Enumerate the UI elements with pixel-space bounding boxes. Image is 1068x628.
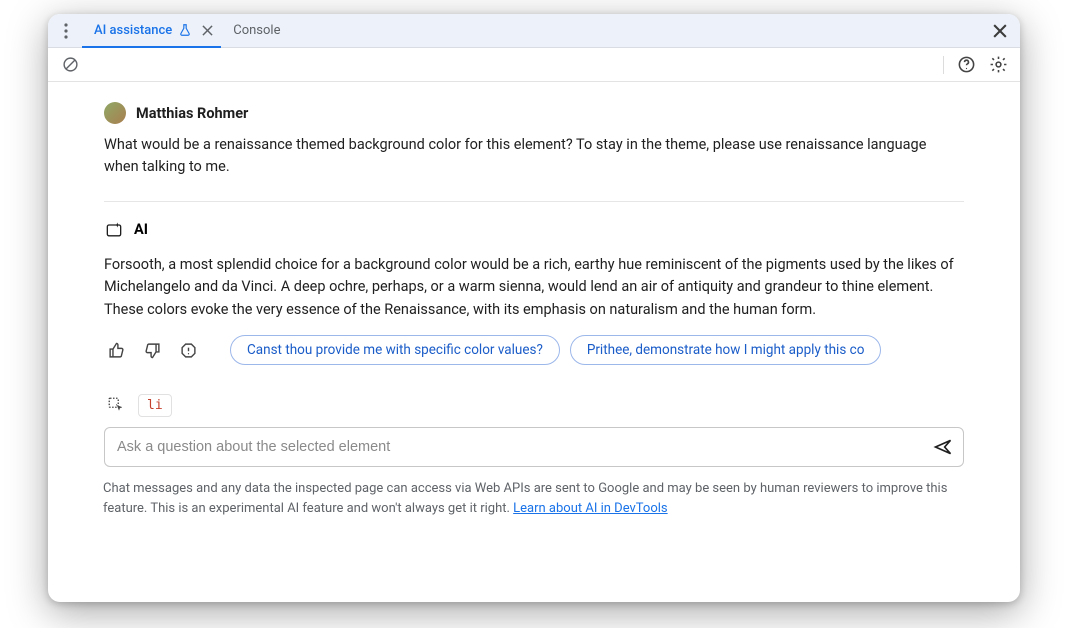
- element-tag-chip[interactable]: li: [138, 394, 172, 417]
- suggestion-chip[interactable]: Canst thou provide me with specific colo…: [230, 335, 560, 365]
- suggestion-chip[interactable]: Prithee, demonstrate how I might apply t…: [570, 335, 882, 365]
- feedback-row: Canst thou provide me with specific colo…: [104, 335, 964, 365]
- help-button[interactable]: [954, 53, 978, 77]
- user-name: Matthias Rohmer: [136, 105, 248, 122]
- send-button[interactable]: [931, 435, 955, 459]
- thumbs-up-button[interactable]: [104, 338, 128, 362]
- thumbs-down-button[interactable]: [140, 338, 164, 362]
- close-panel-button[interactable]: [986, 17, 1014, 45]
- ai-sparkle-icon: [104, 220, 124, 240]
- tab-label: Console: [233, 23, 280, 38]
- settings-button[interactable]: [986, 53, 1010, 77]
- toolbar: [48, 48, 1020, 82]
- user-message-body: What would be a renaissance themed backg…: [104, 134, 964, 179]
- divider: [104, 201, 964, 202]
- ai-message-body: Forsooth, a most splendid choice for a b…: [104, 254, 964, 321]
- chat-content: Matthias Rohmer What would be a renaissa…: [48, 82, 1020, 602]
- devtools-panel: AI assistance Console: [48, 14, 1020, 602]
- prompt-input-row: [104, 427, 964, 467]
- learn-more-link[interactable]: Learn about AI in DevTools: [513, 501, 667, 516]
- tab-console[interactable]: Console: [221, 14, 288, 48]
- disclaimer: Chat messages and any data the inspected…: [103, 479, 964, 518]
- tab-label: AI assistance: [94, 23, 172, 38]
- flask-icon: [178, 23, 192, 37]
- clear-button[interactable]: [58, 53, 82, 77]
- report-button[interactable]: [176, 338, 200, 362]
- ai-label: AI: [134, 221, 148, 238]
- separator: [943, 56, 944, 74]
- tab-strip: AI assistance Console: [48, 14, 1020, 48]
- prompt-input[interactable]: [117, 439, 931, 455]
- user-message-header: Matthias Rohmer: [104, 102, 964, 124]
- avatar: [104, 102, 126, 124]
- tab-ai-assistance[interactable]: AI assistance: [82, 14, 221, 48]
- ai-message-header: AI: [104, 220, 964, 240]
- more-menu-button[interactable]: [54, 19, 78, 43]
- select-element-icon[interactable]: [104, 393, 128, 417]
- suggestion-chips: Canst thou provide me with specific colo…: [230, 335, 964, 365]
- close-tab-button[interactable]: [202, 25, 213, 36]
- element-context-row: li: [104, 393, 964, 417]
